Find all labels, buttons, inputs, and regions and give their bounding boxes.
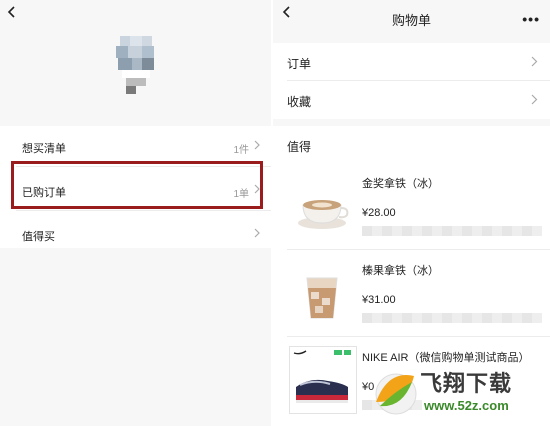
wishlist-label: 想买清单: [22, 143, 66, 155]
chevron-right-icon: [531, 94, 538, 108]
watermark-text: 飞翔下载: [420, 371, 513, 396]
product-name: 金奖拿铁（冰）: [362, 178, 439, 190]
favorites-label: 收藏: [287, 95, 312, 109]
chevron-right-icon: [254, 228, 261, 241]
more-options-icon[interactable]: •••: [522, 11, 540, 27]
section-title: 值得: [287, 140, 312, 154]
highlight-annotation-box: [11, 161, 263, 209]
sneaker-image: [289, 346, 357, 414]
shopping-menu-list: 订单 收藏: [273, 43, 550, 119]
worth-buying-row[interactable]: 值得买: [0, 214, 271, 254]
product-item[interactable]: 金奖拿铁（冰） ¥28.00: [273, 163, 550, 249]
avatar: [116, 36, 156, 96]
product-name: 榛果拿铁（冰）: [362, 265, 439, 277]
latte-cup-image: [289, 175, 355, 241]
page-title: 购物单: [391, 13, 431, 28]
iced-latte-image: [289, 262, 355, 328]
favorites-row[interactable]: 收藏: [273, 81, 550, 118]
wishlist-count: 1件: [233, 145, 249, 156]
wishlist-row[interactable]: 想买清单 1件: [0, 126, 271, 166]
orders-row[interactable]: 订单: [273, 43, 550, 80]
product-item[interactable]: 榛果拿铁（冰） ¥31.00: [273, 250, 550, 336]
blurred-text: [362, 226, 542, 236]
worth-buying-label: 值得买: [22, 231, 55, 243]
my-profile-panel: 想买清单 1件 已购订单 1单 值得买: [0, 0, 271, 426]
orders-label: 订单: [287, 57, 312, 71]
back-arrow-icon[interactable]: [6, 6, 18, 18]
divider: [16, 210, 271, 211]
chevron-right-icon: [531, 56, 538, 70]
watermark-url: www.52z.com: [424, 398, 509, 413]
product-price: ¥31.00: [362, 294, 396, 306]
blurred-text: [362, 313, 542, 323]
watermark: 飞翔下载 www.52z.com: [368, 360, 550, 426]
chevron-right-icon: [254, 140, 261, 153]
leaf-logo-icon: [375, 373, 417, 415]
product-price: ¥28.00: [362, 207, 396, 219]
